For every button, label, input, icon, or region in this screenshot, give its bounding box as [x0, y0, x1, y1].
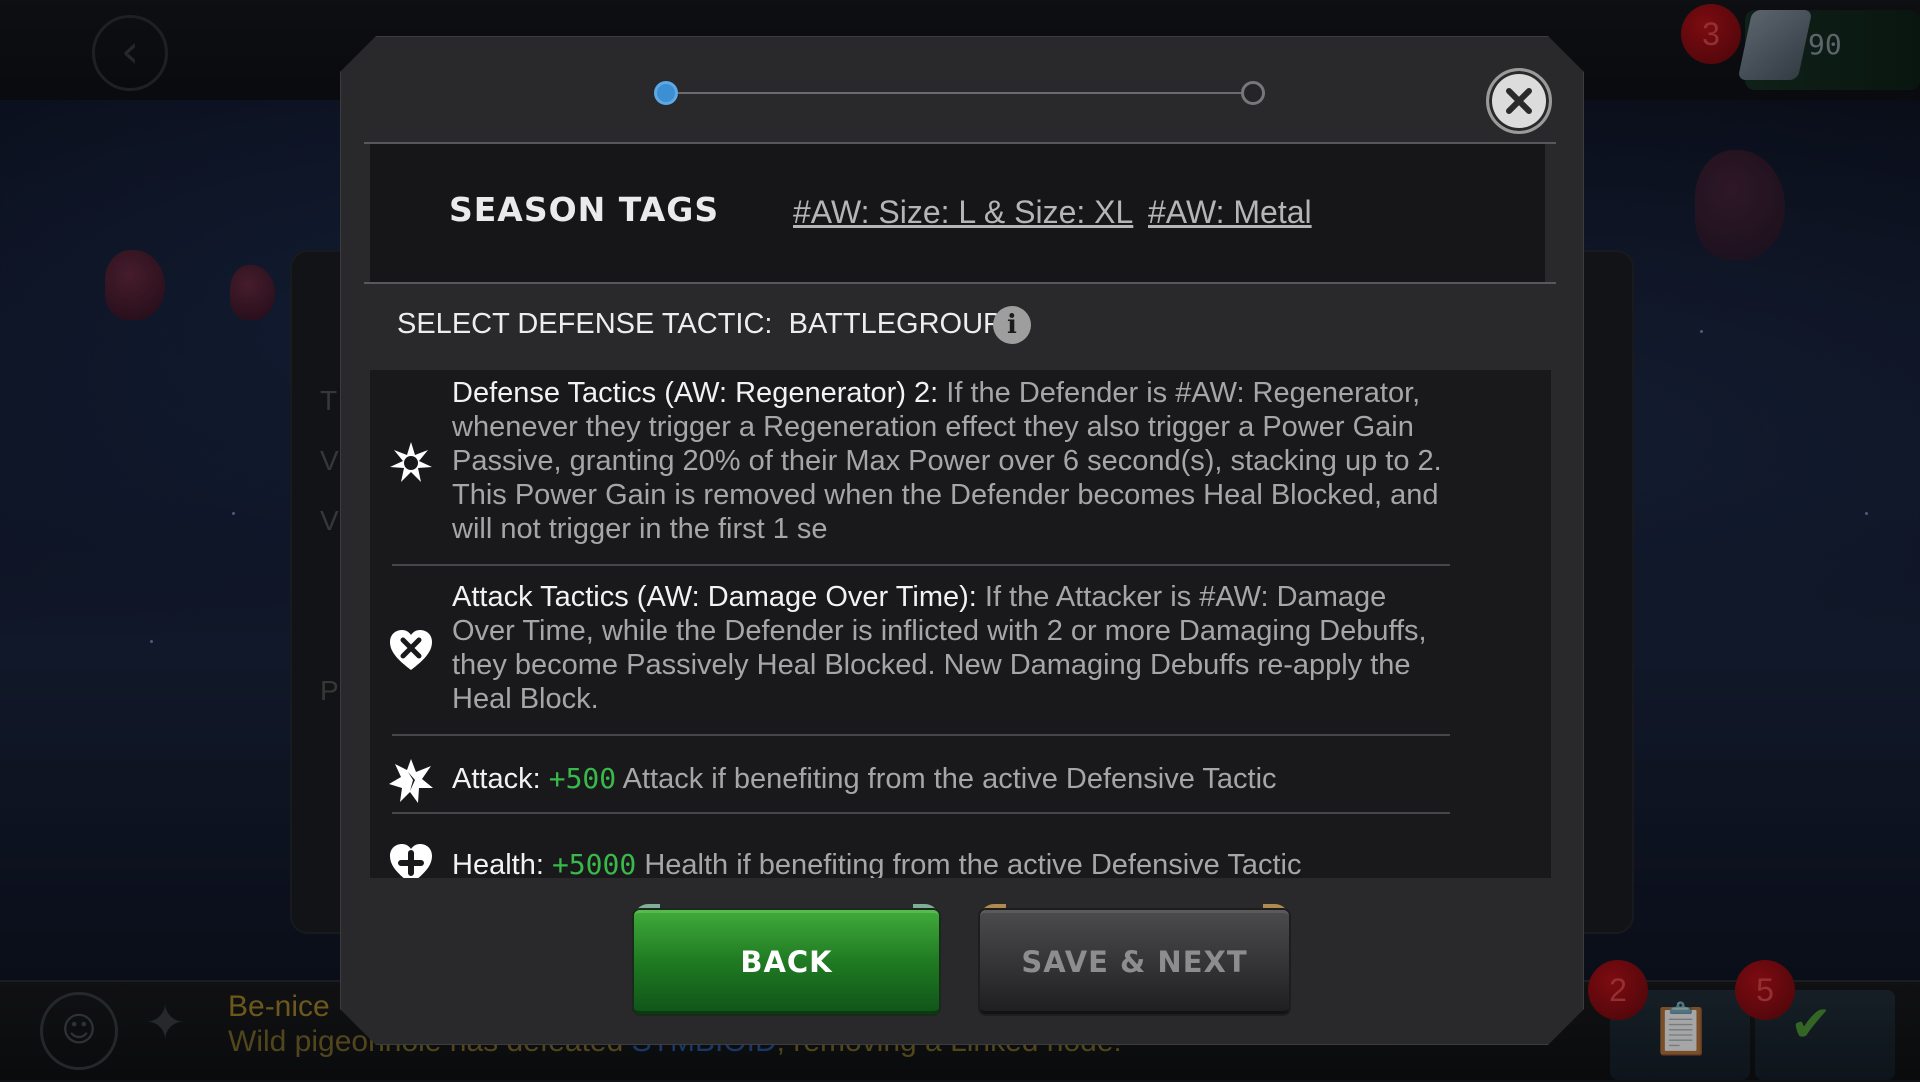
tactic-description: Defense Tactics (AW: Regenerator) 2: If … [452, 376, 1452, 546]
progress-step-2 [1241, 81, 1265, 105]
progress-track [666, 92, 1254, 94]
divider [392, 734, 1450, 736]
close-button[interactable] [1486, 68, 1552, 134]
season-tags-title: SEASON TAGS [449, 190, 720, 229]
health-icon [390, 844, 432, 878]
divider [392, 564, 1450, 566]
season-tag-link[interactable]: #AW: Metal [1148, 194, 1312, 231]
stat-value: +5000 [551, 848, 637, 878]
stat-description: Health: +5000 Health if benefiting from … [452, 848, 1452, 878]
back-button[interactable]: BACK [634, 910, 939, 1014]
tactics-list[interactable]: Defense Tactics (AW: Regenerator) 2: If … [370, 370, 1551, 878]
divider [364, 282, 1556, 284]
battlegroup-label: BATTLEGROUP 1 [788, 308, 1027, 340]
defense-tactic-label: SELECT DEFENSE TACTIC: BATTLEGROUP 1 [397, 308, 1026, 341]
close-icon [1506, 88, 1532, 114]
heal-block-icon [390, 630, 432, 670]
stat-body: Attack if benefiting from the active Def… [622, 763, 1277, 795]
save-next-button[interactable]: SAVE & NEXT [980, 910, 1289, 1014]
stat-description: Attack: +500 Attack if benefiting from t… [452, 762, 1452, 796]
stat-label: Attack: [452, 763, 541, 795]
tactic-title: Attack Tactics (AW: Damage Over Time): [452, 581, 977, 613]
attack-icon [389, 759, 433, 803]
stat-label: Health: [452, 849, 544, 878]
tactic-title: Defense Tactics (AW: Regenerator) 2: [452, 377, 939, 409]
tactic-description: Attack Tactics (AW: Damage Over Time): I… [452, 580, 1452, 716]
season-tag-link[interactable]: #AW: Size: L & Size: XL [793, 194, 1133, 231]
progress-step-1 [654, 81, 678, 105]
stat-body: Health if benefiting from the active Def… [644, 849, 1302, 878]
regenerator-icon [390, 442, 432, 482]
divider [392, 812, 1450, 814]
stat-value: +500 [548, 762, 617, 795]
info-icon[interactable]: i [993, 306, 1031, 344]
defense-tactic-prefix: SELECT DEFENSE TACTIC: [397, 308, 773, 340]
